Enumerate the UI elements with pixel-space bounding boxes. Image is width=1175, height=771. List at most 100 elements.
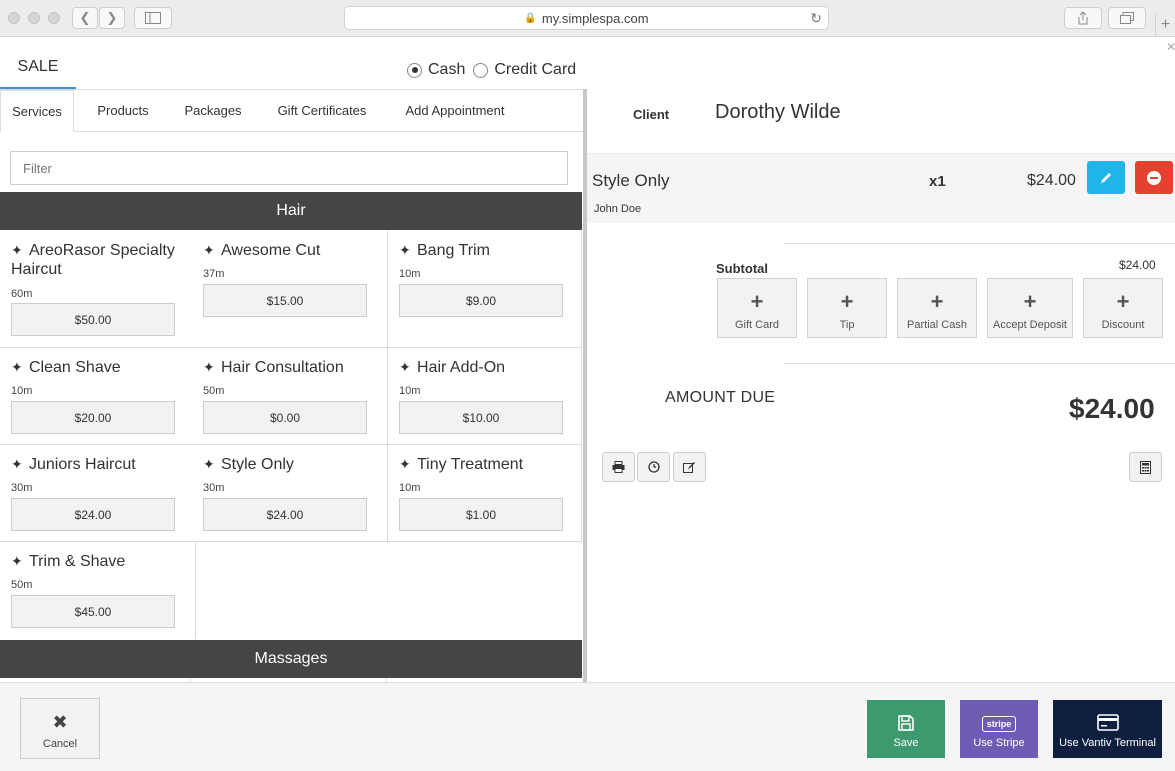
service-name: Hair Add-On <box>417 359 506 376</box>
adjustment-label: Accept Deposit <box>993 319 1067 331</box>
back-icon[interactable]: ❮ <box>72 7 98 29</box>
service-name-wrap: ✦ Bang Trim <box>399 241 574 260</box>
gift-card-button[interactable]: + Gift Card <box>717 278 797 338</box>
tab-services[interactable]: Services <box>0 90 74 132</box>
service-tile[interactable]: ✦ Style Only 30m $24.00 <box>192 445 388 542</box>
save-button[interactable]: Save <box>867 700 945 758</box>
service-tile[interactable]: ✦ Juniors Haircut 30m $24.00 <box>0 445 196 542</box>
printer-icon <box>612 461 625 473</box>
magic-wand-icon: ✦ <box>11 456 23 472</box>
line-item-name: Style Only <box>592 171 670 190</box>
address-bar[interactable]: 🔒 my.simplespa.com ↻ <box>344 6 829 30</box>
magic-wand-icon: ✦ <box>399 242 411 258</box>
service-name-wrap: ✦ Juniors Haircut <box>11 455 186 474</box>
service-name-wrap: ✦ Hair Consultation <box>203 358 378 377</box>
plus-icon: + <box>750 289 764 314</box>
sidebar-toggle-icon[interactable] <box>134 7 172 29</box>
tab-packages[interactable]: Packages <box>176 90 250 132</box>
service-price-button[interactable]: $20.00 <box>11 401 175 434</box>
service-tile[interactable]: ✦ Tiny Treatment 10m $1.00 <box>388 445 582 542</box>
service-name-wrap: ✦ Trim & Shave <box>11 552 186 571</box>
cash-label: Cash <box>428 61 466 78</box>
service-name-wrap: ✦ AreoRasor Specialty Haircut <box>11 241 186 279</box>
service-name-wrap: ✦ Tiny Treatment <box>399 455 574 474</box>
minus-circle-icon <box>1147 170 1161 185</box>
service-price-button[interactable]: $1.00 <box>399 498 563 531</box>
service-name-wrap: ✦ Hair Add-On <box>399 358 574 377</box>
calculator-icon <box>1140 460 1151 474</box>
magic-wand-icon: ✦ <box>203 242 215 258</box>
calculator-button[interactable] <box>1129 452 1162 482</box>
url-text: my.simplespa.com <box>541 10 649 26</box>
window-minimize-control[interactable] <box>28 12 40 24</box>
service-price-button[interactable]: $24.00 <box>11 498 175 531</box>
filter-input[interactable] <box>10 151 568 185</box>
service-tile[interactable]: ✦ Clean Shave 10m $20.00 <box>0 348 196 445</box>
service-tile[interactable]: ✦ Awesome Cut 37m $15.00 <box>192 231 388 348</box>
service-tile[interactable]: ✦ Hair Add-On 10m $10.00 <box>388 348 582 445</box>
category-header-hair: Hair <box>0 192 582 230</box>
service-tile[interactable]: ✦ Trim & Shave 50m $45.00 <box>0 542 196 639</box>
use-vantiv-terminal-button[interactable]: Use Vantiv Terminal <box>1053 700 1162 758</box>
clock-button[interactable] <box>637 452 670 482</box>
service-duration: 37m <box>203 268 225 280</box>
credit-card-label: Credit Card <box>494 61 577 78</box>
clock-icon <box>647 461 660 473</box>
window-zoom-control[interactable] <box>48 12 60 24</box>
save-label: Save <box>893 737 919 749</box>
service-price-button[interactable]: $50.00 <box>11 303 175 336</box>
service-tile[interactable]: ✦ Hair Consultation 50m $0.00 <box>192 348 388 445</box>
cash-radio[interactable]: Cash <box>407 61 465 79</box>
service-price-button[interactable]: $0.00 <box>203 401 367 434</box>
tip-button[interactable]: + Tip <box>807 278 887 338</box>
service-price-button[interactable]: $9.00 <box>399 284 563 317</box>
service-name: Tiny Treatment <box>417 456 524 473</box>
close-icon[interactable]: ✕ <box>1166 40 1175 54</box>
magic-wand-icon: ✦ <box>11 553 23 569</box>
radio-selected-icon[interactable] <box>407 62 422 78</box>
client-label: Client <box>633 107 670 122</box>
adjustment-label: Discount <box>1101 319 1145 331</box>
line-item-staff: John Doe <box>594 203 642 215</box>
divider-line <box>784 243 1175 244</box>
tab-gift-certificates[interactable]: Gift Certificates <box>265 90 379 132</box>
service-tile[interactable]: ✦ Bang Trim 10m $9.00 <box>388 231 582 348</box>
magic-wand-icon: ✦ <box>399 359 411 375</box>
tab-products[interactable]: Products <box>86 90 160 132</box>
service-price-button[interactable]: $10.00 <box>399 401 563 434</box>
service-name: Style Only <box>221 456 294 473</box>
edit-note-icon <box>683 462 695 473</box>
service-tile[interactable]: ✦ AreoRasor Specialty Haircut 60m $50.00 <box>0 231 196 348</box>
service-name: Awesome Cut <box>221 242 321 259</box>
credit-card-radio[interactable]: Credit Card <box>473 61 576 79</box>
plus-icon: + <box>840 289 854 314</box>
note-button[interactable] <box>673 452 706 482</box>
remove-line-item-button[interactable] <box>1135 161 1173 194</box>
use-stripe-button[interactable]: stripe Use Stripe <box>960 700 1038 758</box>
service-duration: 10m <box>11 385 33 397</box>
print-button[interactable] <box>602 452 635 482</box>
tab-add-appointment[interactable]: Add Appointment <box>393 90 517 132</box>
window-close-control[interactable] <box>8 12 20 24</box>
service-price-button[interactable]: $24.00 <box>203 498 367 531</box>
catalog-tabs: Services Products Packages Gift Certific… <box>0 90 583 132</box>
sale-tab[interactable]: SALE <box>0 58 76 90</box>
service-price-button[interactable]: $45.00 <box>11 595 175 628</box>
tabs-overview-icon[interactable] <box>1108 7 1146 29</box>
forward-icon[interactable]: ❯ <box>99 7 125 29</box>
partial-cash-button[interactable]: + Partial Cash <box>897 278 977 338</box>
new-tab-icon[interactable]: + <box>1155 13 1175 37</box>
share-icon[interactable] <box>1064 7 1102 29</box>
client-name[interactable]: Dorothy Wilde <box>715 101 841 124</box>
lock-icon: 🔒 <box>524 12 537 24</box>
radio-unselected-icon[interactable] <box>473 62 489 78</box>
amount-due-value: $24.00 <box>1069 393 1155 424</box>
discount-button[interactable]: + Discount <box>1083 278 1163 338</box>
service-duration: 50m <box>203 385 225 397</box>
accept-deposit-button[interactable]: + Accept Deposit <box>987 278 1073 338</box>
reload-icon[interactable]: ↻ <box>810 10 822 27</box>
edit-line-item-button[interactable] <box>1087 161 1125 194</box>
service-price-button[interactable]: $15.00 <box>203 284 367 317</box>
cancel-button[interactable]: ✖ Cancel <box>20 698 100 759</box>
browser-toolbar: ❮ ❯ 🔒 my.simplespa.com ↻ + <box>0 0 1175 37</box>
